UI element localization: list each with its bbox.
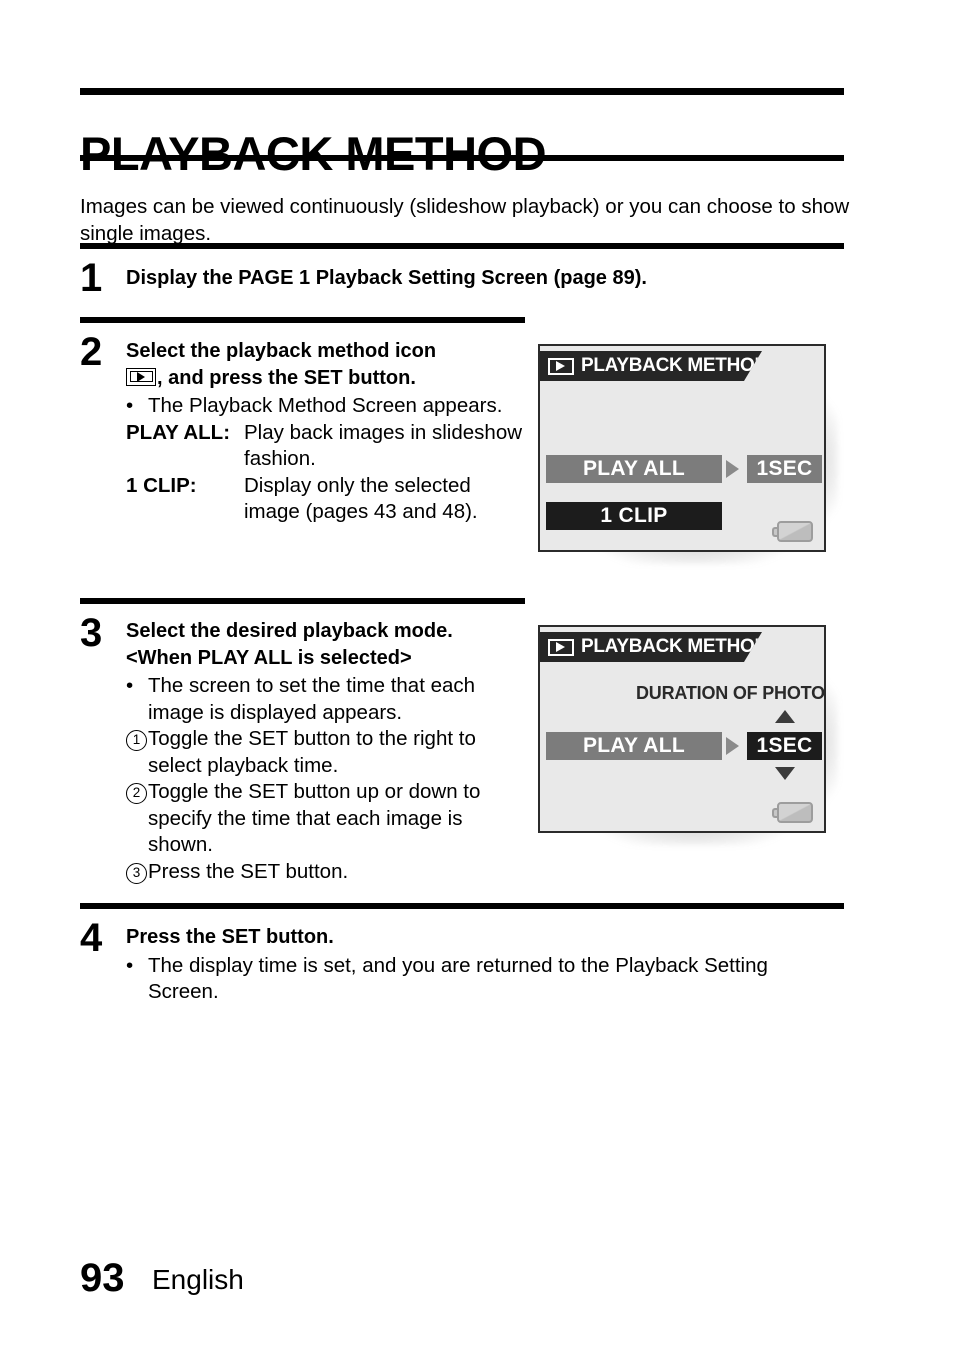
page-number: 93: [80, 1256, 125, 1300]
step-3-substep-1: 1 Toggle the SET button to the right to …: [126, 726, 526, 779]
intro-paragraph: Images can be viewed continuously (slide…: [80, 194, 850, 245]
arrow-up-icon[interactable]: [775, 710, 795, 723]
language-label: English: [152, 1264, 244, 1295]
screen-1-item-1sec-label: 1SEC: [756, 457, 813, 480]
circled-number-1-label: 1: [126, 730, 147, 751]
title-bottom-rule: [80, 155, 844, 161]
bullet-dot-icon: •: [126, 953, 134, 977]
step-4-bullet: • The display time is set, and you are r…: [126, 953, 844, 1006]
definition-term-1-clip: 1 CLIP:: [126, 473, 197, 497]
lcd-top-margin: [540, 346, 824, 350]
step-3-rule: [80, 598, 525, 604]
screen-1-item-play-all-label: PLAY ALL: [583, 457, 685, 480]
title-top-rule: [80, 88, 844, 95]
playback-icon: [548, 639, 574, 656]
definition-text-play-all: Play back images in slideshow fashion.: [244, 420, 523, 471]
playback-method-icon: [126, 367, 156, 386]
screen-header-title-1: PLAYBACK METHOD: [581, 355, 768, 376]
step-4-heading: Press the SET button.: [126, 926, 334, 948]
lcd-top-margin: [540, 627, 824, 631]
step-4-bullet-text: The display time is set, and you are ret…: [148, 953, 768, 1004]
step-3-substep-3-text: Press the SET button.: [148, 859, 349, 883]
step-3-heading-line2: <When PLAY ALL is selected>: [126, 646, 412, 669]
definition-term-play-all: PLAY ALL:: [126, 420, 231, 444]
step-3-number: 3: [80, 611, 103, 655]
step-3-heading-line1: Select the desired playback mode.: [126, 620, 453, 642]
lcd-panel-1: PLAYBACK METHOD PLAY ALL 1SEC 1 CLIP: [538, 344, 826, 552]
screen-header-bar-2: PLAYBACK METHOD: [538, 632, 762, 662]
screen-header-title-2: PLAYBACK METHOD: [581, 636, 768, 657]
step-2-bullet: • The Playback Method Screen appears.: [126, 393, 526, 420]
step-3-substep-3: 3 Press the SET button.: [126, 859, 526, 886]
playback-method-screen-graphic: PLAYBACK METHOD PLAY ALL 1SEC 1 CLIP: [538, 344, 838, 564]
screen-1-item-1-clip[interactable]: 1 CLIP: [546, 502, 722, 530]
circled-number-1-icon: 1: [126, 726, 148, 753]
manual-page: PLAYBACK METHOD Images can be viewed con…: [0, 0, 954, 1345]
step-3-body: Select the desired playback mode. <When …: [126, 618, 526, 885]
step-2-number: 2: [80, 330, 103, 374]
definition-text-1-clip: Display only the selected image (pages 4…: [244, 473, 478, 524]
step-4-body: Press the SET button. • The display time…: [126, 924, 844, 1006]
duration-of-photo-label: DURATION OF PHOTO: [636, 683, 825, 703]
step-4-rule: [80, 903, 844, 909]
screen-2-caret-icon: [726, 737, 739, 755]
step-2-heading-line1: Select the playback method icon: [126, 340, 437, 362]
arrow-down-icon[interactable]: [775, 767, 795, 780]
step-4-number: 4: [80, 916, 103, 960]
screen-2-item-1sec-label: 1SEC: [756, 734, 813, 757]
step-2-rule: [80, 317, 525, 323]
screen-2-item-1sec[interactable]: 1SEC: [747, 732, 822, 760]
screen-1-item-1sec[interactable]: 1SEC: [747, 455, 822, 483]
step-2-heading-line2: , and press the SET button.: [126, 365, 526, 392]
bullet-dot-icon: •: [126, 394, 134, 417]
lcd-panel-2: PLAYBACK METHOD DURATION OF PHOTO PLAY A…: [538, 625, 826, 833]
step-2-body: Select the playback method icon , and pr…: [126, 338, 526, 526]
bullet-dot-icon: •: [126, 674, 134, 697]
definition-row-play-all: PLAY ALL: Play back images in slideshow …: [126, 420, 526, 473]
screen-header-bar-1: PLAYBACK METHOD: [538, 351, 762, 381]
step-3-substep-1-text: Toggle the SET button to the right to se…: [148, 727, 476, 777]
step-1-body: Display the PAGE 1 Playback Setting Scre…: [126, 265, 844, 292]
step-2-heading-line2-text: , and press the SET button.: [157, 366, 416, 389]
step-3-bullet-text: The screen to set the time that each ima…: [148, 674, 476, 724]
circled-number-2-label: 2: [126, 783, 147, 804]
step-3-substep-2-text: Toggle the SET button up or down to spec…: [148, 780, 481, 856]
screen-1-item-1-clip-label: 1 CLIP: [600, 504, 668, 527]
step-1-number: 1: [80, 256, 103, 300]
battery-icon: [772, 802, 813, 823]
step-1-rule: [80, 243, 844, 249]
circled-number-2-icon: 2: [126, 779, 148, 806]
screen-2-item-play-all[interactable]: PLAY ALL: [546, 732, 722, 760]
screen-2-item-play-all-label: PLAY ALL: [583, 734, 685, 757]
step-1-heading: Display the PAGE 1 Playback Setting Scre…: [126, 267, 647, 289]
step-3-substep-2: 2 Toggle the SET button up or down to sp…: [126, 779, 526, 859]
screen-1-item-play-all[interactable]: PLAY ALL: [546, 455, 722, 483]
definition-row-1-clip: 1 CLIP: Display only the selected image …: [126, 473, 526, 526]
step-3-bullet: • The screen to set the time that each i…: [126, 673, 526, 726]
battery-icon: [772, 521, 813, 542]
circled-number-3-icon: 3: [126, 859, 148, 886]
circled-number-3-label: 3: [126, 862, 147, 884]
playback-icon: [548, 358, 574, 375]
step-2-bullet-text: The Playback Method Screen appears.: [148, 394, 503, 417]
screen-1-caret-icon: [726, 460, 739, 478]
duration-of-photo-screen-graphic: PLAYBACK METHOD DURATION OF PHOTO PLAY A…: [538, 625, 838, 845]
